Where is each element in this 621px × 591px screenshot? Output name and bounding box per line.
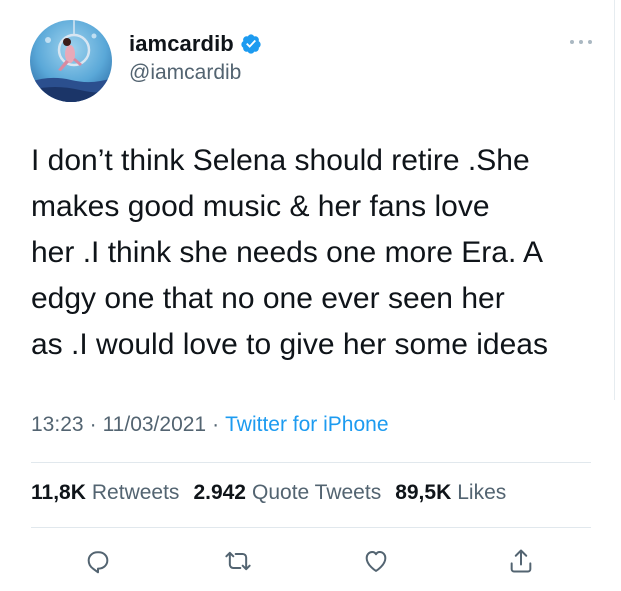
tweet-line: makes good music & her fans love bbox=[31, 190, 490, 223]
column-border bbox=[614, 0, 615, 400]
likes-stat[interactable]: 89,5K Likes bbox=[395, 481, 506, 505]
tweet-line: her .I think she needs one more Era. A bbox=[31, 236, 543, 269]
engagement-stats: 11,8K Retweets 2.942 Quote Tweets 89,5K … bbox=[31, 481, 520, 505]
tweet-meta: 13:23 · 11/03/2021 · Twitter for iPhone bbox=[31, 413, 389, 437]
tweet-date[interactable]: 11/03/2021 bbox=[103, 413, 207, 437]
reply-icon bbox=[87, 551, 109, 574]
handle[interactable]: @iamcardib bbox=[129, 61, 241, 85]
tweet-text: I don’t think Selena should retire .She m… bbox=[31, 138, 606, 368]
tweet-line: edgy one that no one ever seen her bbox=[31, 282, 505, 315]
tweet-actions bbox=[0, 543, 621, 583]
retweets-count: 11,8K bbox=[31, 481, 86, 504]
profile-photo-icon bbox=[30, 20, 112, 102]
quote-tweets-label: Quote Tweets bbox=[252, 481, 382, 504]
meta-separator: · bbox=[89, 413, 97, 436]
quote-tweets-count: 2.942 bbox=[193, 481, 246, 504]
divider bbox=[31, 527, 591, 528]
author-name-row[interactable]: iamcardib bbox=[129, 29, 262, 59]
meta-separator: · bbox=[212, 413, 220, 436]
divider bbox=[31, 462, 591, 463]
heart-icon bbox=[365, 551, 387, 572]
avatar[interactable] bbox=[30, 20, 112, 102]
retweet-icon bbox=[225, 551, 251, 571]
more-options-icon[interactable] bbox=[568, 36, 594, 48]
reply-button[interactable] bbox=[80, 543, 116, 579]
retweet-button[interactable] bbox=[220, 543, 256, 579]
share-icon bbox=[510, 549, 532, 573]
quote-tweets-stat[interactable]: 2.942 Quote Tweets bbox=[193, 481, 381, 505]
tweet-line: as .I would love to give her some ideas bbox=[31, 328, 548, 361]
likes-label: Likes bbox=[457, 481, 507, 504]
retweets-stat[interactable]: 11,8K Retweets bbox=[31, 481, 179, 505]
verified-badge-icon bbox=[241, 34, 261, 54]
tweet-line: I don’t think Selena should retire .She bbox=[31, 144, 530, 177]
share-button[interactable] bbox=[503, 543, 539, 579]
likes-count: 89,5K bbox=[395, 481, 452, 504]
display-name[interactable]: iamcardib bbox=[129, 31, 234, 57]
like-button[interactable] bbox=[358, 543, 394, 579]
tweet-source-link[interactable]: Twitter for iPhone bbox=[225, 413, 388, 437]
retweets-label: Retweets bbox=[91, 481, 180, 504]
tweet-time[interactable]: 13:23 bbox=[31, 413, 84, 437]
